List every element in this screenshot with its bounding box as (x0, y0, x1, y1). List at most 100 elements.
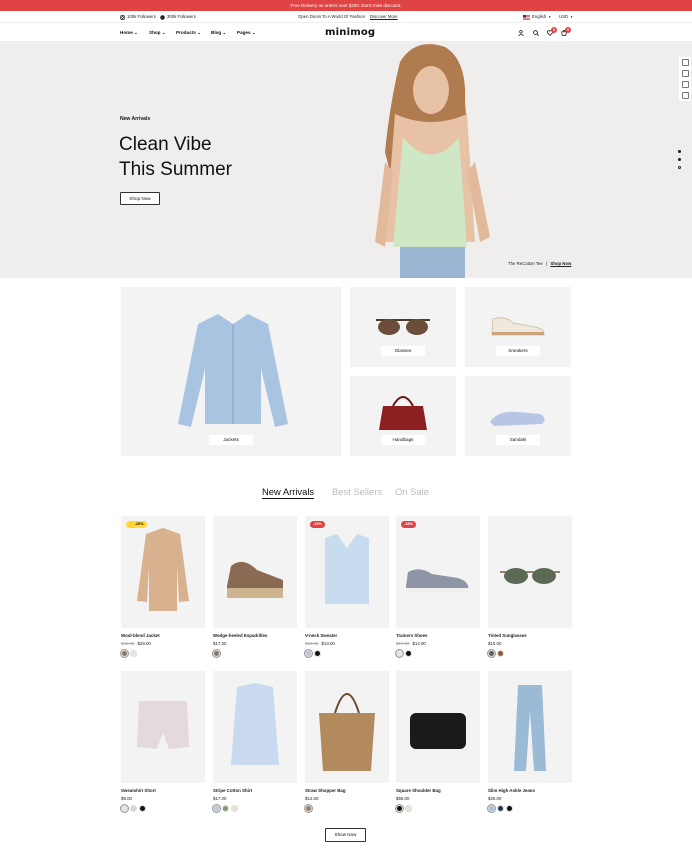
category-glasses[interactable]: Glasses (350, 287, 456, 367)
color-swatch[interactable] (488, 650, 495, 657)
product-name[interactable]: V-neck Sweater (305, 633, 337, 638)
settings-icon[interactable] (682, 59, 689, 66)
color-swatch[interactable] (139, 805, 146, 812)
product-card[interactable]: -19% V-neck Sweater $16.00 $13.00 (305, 516, 389, 666)
product-price: $41.00 $29.00 (121, 641, 151, 646)
color-swatch[interactable] (396, 650, 403, 657)
product-card[interactable]: Square Shoulder Bag $55.00 (396, 671, 480, 821)
search-icon[interactable] (533, 30, 539, 36)
product-name[interactable]: Straw Shopper Bag (305, 788, 346, 793)
color-swatch[interactable] (305, 805, 312, 812)
product-photo (137, 528, 189, 611)
tagline-text: Open Doors To A World Of Fashion (298, 14, 365, 19)
show-now-button[interactable]: Show Now (325, 828, 366, 842)
product-image[interactable] (213, 671, 297, 783)
category-sandals[interactable]: Sandals (465, 376, 571, 456)
color-swatch[interactable] (213, 805, 220, 812)
bag-icon[interactable] (682, 92, 689, 99)
product-card[interactable]: Sweatshirt Short $9.00 (121, 671, 205, 821)
product-card[interactable]: ⚡ -26% Wool-blend Jacket $41.00 $29.00 (121, 516, 205, 666)
product-name[interactable]: Slim High Ankle Jeans (488, 788, 535, 793)
product-card[interactable]: Wedge-heeled Espadrilles $17.00 (213, 516, 297, 666)
hero-shop-now-button[interactable]: Shop Now (120, 192, 160, 205)
hero-model-image (355, 42, 525, 278)
chevron-down-icon: ▼ (548, 15, 552, 19)
color-swatch[interactable] (405, 650, 412, 657)
color-swatch[interactable] (305, 650, 312, 657)
category-label-sneakers: Sneakers (496, 346, 540, 356)
product-price: $25.00 (488, 796, 501, 801)
nav-home[interactable]: Home ⌄ (120, 23, 138, 42)
discover-more-link[interactable]: Discover More (370, 11, 398, 23)
product-image[interactable] (396, 671, 480, 783)
product-name[interactable]: Trainers Shoes (396, 633, 427, 638)
product-card[interactable]: Tinted Sunglasses $10.00 (488, 516, 572, 666)
product-image[interactable] (121, 671, 205, 783)
nav-pages[interactable]: Pages ⌄ (237, 23, 256, 42)
color-swatch[interactable] (121, 805, 128, 812)
nav-blog[interactable]: Blog ⌄ (211, 23, 226, 42)
old-price: $41.00 (121, 641, 135, 646)
product-name[interactable]: Wedge-heeled Espadrilles (213, 633, 267, 638)
hero-title-line-2: This Summer (119, 159, 232, 180)
color-swatch[interactable] (405, 805, 412, 812)
product-name[interactable]: Wool-blend Jacket (121, 633, 160, 638)
instagram-icon (120, 14, 125, 20)
followers-count-1: 100k Followers (127, 14, 156, 19)
product-card[interactable]: Slim High Ankle Jeans $25.00 (488, 671, 572, 821)
product-card[interactable]: -18% Trainers Shoes $17.00 $14.00 (396, 516, 480, 666)
product-card[interactable]: Straw Shopper Bag $12.00 (305, 671, 389, 821)
color-swatch[interactable] (396, 805, 403, 812)
product-card[interactable]: Stripe Cotton Shirt $17.00 (213, 671, 297, 821)
color-swatch[interactable] (497, 805, 504, 812)
product-image[interactable] (305, 671, 389, 783)
product-price: $10.00 (488, 641, 501, 646)
tab-best-sellers[interactable]: Best Sellers (332, 486, 382, 497)
product-image[interactable] (488, 516, 572, 628)
product-name[interactable]: Stripe Cotton Shirt (213, 788, 252, 793)
old-price: $16.00 (305, 641, 319, 646)
language-selector[interactable]: English ▼ (523, 11, 551, 23)
color-swatch[interactable] (121, 650, 128, 657)
color-swatch[interactable] (314, 650, 321, 657)
nav-products[interactable]: Products ⌄ (176, 23, 201, 42)
logo[interactable]: minimog (325, 23, 375, 42)
color-swatch[interactable] (506, 805, 513, 812)
color-swatch[interactable] (130, 650, 137, 657)
hero-title: Clean Vibe This Summer (119, 132, 232, 182)
hero-eyebrow: New Arrivals (120, 116, 151, 122)
product-image[interactable] (121, 516, 205, 628)
tab-new-arrivals[interactable]: New Arrivals (262, 486, 315, 499)
slider-dot-2[interactable] (678, 158, 681, 161)
color-swatch[interactable] (488, 805, 495, 812)
color-swatch[interactable] (497, 650, 504, 657)
nav-shop[interactable]: Shop ⌄ (149, 23, 166, 42)
category-jackets[interactable]: Jackets (121, 287, 341, 456)
currency-selector[interactable]: USD ▼ (559, 11, 573, 23)
product-image[interactable] (396, 516, 480, 628)
color-swatch[interactable] (213, 650, 220, 657)
tag-icon[interactable] (682, 70, 689, 77)
current-price: $12.00 (305, 796, 319, 801)
product-name[interactable]: Tinted Sunglasses (488, 633, 527, 638)
product-photo (325, 534, 369, 604)
nav-home-label: Home (120, 30, 133, 35)
slider-dot-1[interactable] (678, 150, 681, 153)
color-swatch[interactable] (231, 805, 238, 812)
product-name[interactable]: Square Shoulder Bag (396, 788, 441, 793)
document-icon[interactable] (682, 81, 689, 88)
hero-caption-link[interactable]: Shop Now (550, 261, 571, 266)
color-swatch[interactable] (222, 805, 229, 812)
instagram-followers[interactable]: 100k Followers (120, 11, 156, 23)
product-image[interactable] (305, 516, 389, 628)
facebook-followers[interactable]: 300k Followers (160, 11, 196, 23)
product-image[interactable] (488, 671, 572, 783)
product-name[interactable]: Sweatshirt Short (121, 788, 156, 793)
user-icon[interactable] (518, 30, 524, 36)
tab-on-sale[interactable]: On Sale (395, 486, 429, 497)
category-sneakers[interactable]: Sneakers (465, 287, 571, 367)
category-handbags[interactable]: Handbags (350, 376, 456, 456)
product-image[interactable] (213, 516, 297, 628)
color-swatch[interactable] (130, 805, 137, 812)
slider-dot-3[interactable] (678, 166, 681, 169)
